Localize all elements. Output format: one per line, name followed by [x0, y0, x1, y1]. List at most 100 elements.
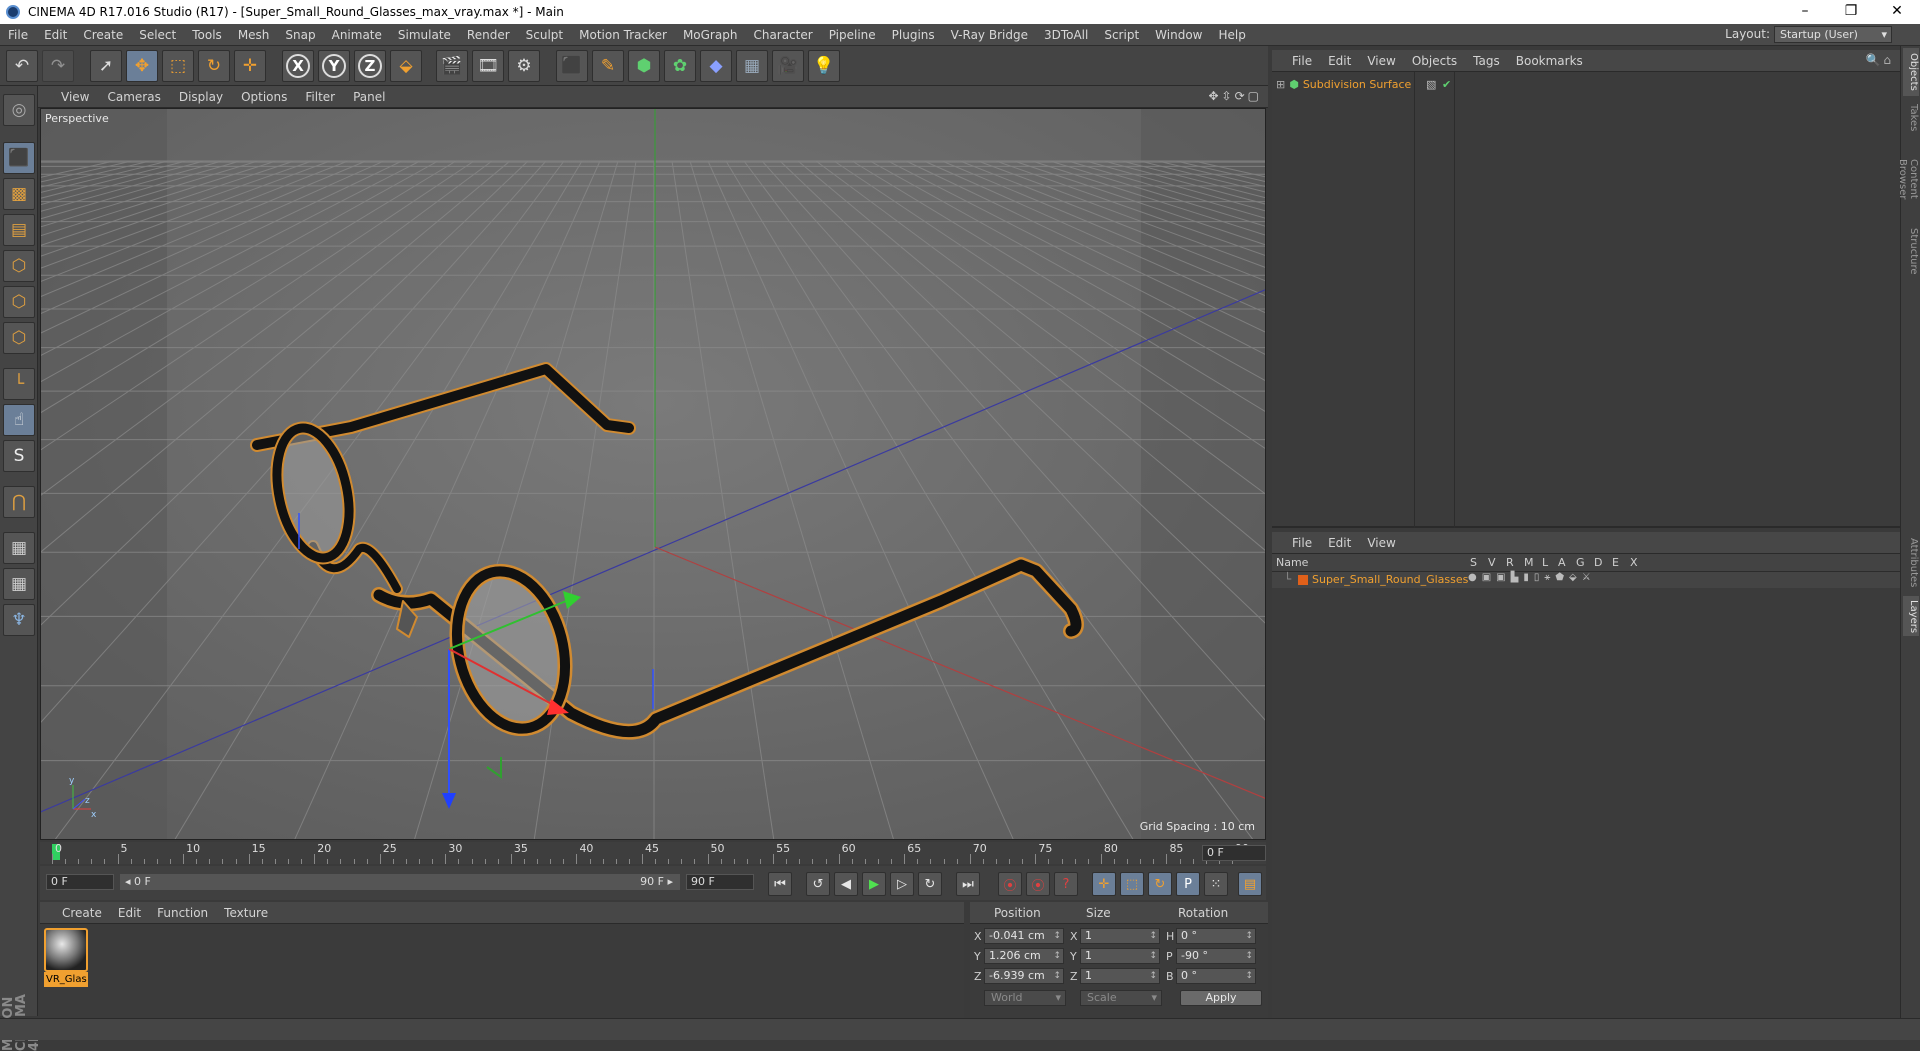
solo-button[interactable]: S [3, 440, 35, 472]
render-view-button[interactable]: 🎬 [436, 50, 468, 82]
keyframe-selection-button[interactable]: ? [1054, 872, 1078, 896]
scale-tool-button[interactable]: ⬚ [162, 50, 194, 82]
rotate-tool-button[interactable]: ↻ [198, 50, 230, 82]
workplane-mode-button[interactable]: ▤ [3, 214, 35, 246]
viewport-menu-view[interactable]: View [52, 90, 98, 104]
layer-col-animation[interactable]: A [1558, 556, 1566, 569]
redo-button[interactable]: ↷ [42, 50, 74, 82]
menu-help[interactable]: Help [1210, 28, 1253, 42]
menu-3dtoall[interactable]: 3DToAll [1036, 28, 1096, 42]
minimize-button[interactable]: – [1782, 0, 1828, 24]
menu-sculpt[interactable]: Sculpt [518, 28, 571, 42]
move-tool-button[interactable]: ✥ [126, 50, 158, 82]
floor-button[interactable]: ▦ [736, 50, 768, 82]
layer-row[interactable]: └ Super_Small_Round_Glasses ●▣▣▙▮▯⚹⬟⬙⚔ [1272, 572, 1900, 588]
material-menu-edit[interactable]: Edit [110, 906, 149, 920]
size-mode-dropdown[interactable]: Scale ▾ [1080, 990, 1162, 1006]
material-preview-sphere[interactable] [44, 928, 88, 972]
menu-character[interactable]: Character [745, 28, 820, 42]
render-settings-button[interactable]: ⚙ [508, 50, 540, 82]
viewport-menu-display[interactable]: Display [170, 90, 232, 104]
layer-col-xrefs[interactable]: X [1630, 556, 1638, 569]
record-button[interactable]: ⦿ [998, 872, 1022, 896]
objects-menu-tags[interactable]: Tags [1465, 54, 1508, 68]
expand-icon[interactable]: ⊞ [1276, 78, 1285, 91]
axis-mode-button[interactable]: └ [3, 368, 35, 400]
key-pla-button[interactable]: ⁙ [1204, 872, 1228, 896]
end-frame-field[interactable]: 90 F [686, 874, 754, 890]
menu-motion-tracker[interactable]: Motion Tracker [571, 28, 675, 42]
menu-tools[interactable]: Tools [184, 28, 230, 42]
timeline-ruler[interactable]: 051015202530354045505560657075808590 0 F [40, 842, 1266, 864]
key-rotation-button[interactable]: ↻ [1148, 872, 1172, 896]
select-tool-button[interactable]: ➚ [90, 50, 122, 82]
go-to-start-button[interactable]: ⏮ [768, 872, 792, 896]
viewport-menu-options[interactable]: Options [232, 90, 296, 104]
object-manager-search-icons[interactable]: 🔍⌂ [1865, 53, 1894, 67]
layer-color-swatch[interactable] [1298, 575, 1308, 585]
key-position-button[interactable]: ✛ [1092, 872, 1116, 896]
layer-col-locked[interactable]: L [1542, 556, 1548, 569]
tab-structure[interactable]: Structure [1903, 224, 1919, 278]
viewport-menu-filter[interactable]: Filter [296, 90, 344, 104]
layout-dropdown[interactable]: Startup (User) ▾ [1774, 26, 1892, 43]
previous-key-button[interactable]: ↺ [806, 872, 830, 896]
layer-col-render[interactable]: R [1506, 556, 1514, 569]
tab-attributes[interactable]: Attributes [1903, 534, 1919, 592]
rot-h-field[interactable]: 0 ° [1176, 928, 1256, 944]
pos-y-field[interactable]: 1.206 cm [984, 948, 1064, 964]
menu-pipeline[interactable]: Pipeline [821, 28, 884, 42]
current-frame-field[interactable]: 0 F [1202, 845, 1266, 861]
model-mode-button[interactable]: ⬛ [3, 142, 35, 174]
timeline-window-button[interactable]: ▤ [1238, 872, 1262, 896]
layer-col-generators[interactable]: G [1576, 556, 1585, 569]
pos-x-field[interactable]: -0.041 cm [984, 928, 1064, 944]
menu-simulate[interactable]: Simulate [390, 28, 459, 42]
pen-button[interactable]: ✎ [592, 50, 624, 82]
menu-render[interactable]: Render [459, 28, 518, 42]
tweak-mode-button[interactable]: ☝ [3, 404, 35, 436]
z-axis-button[interactable]: Z [354, 50, 386, 82]
material-menu-create[interactable]: Create [54, 906, 110, 920]
layers-menu-view[interactable]: View [1359, 536, 1403, 550]
workplane-lock-button[interactable]: ▦ [3, 532, 35, 564]
layer-col-solo[interactable]: S [1470, 556, 1477, 569]
next-key-button[interactable]: ▷ [890, 872, 914, 896]
pos-z-field[interactable]: -6.939 cm [984, 968, 1064, 984]
play-backwards-button[interactable]: ◀ [834, 872, 858, 896]
layer-toggle-icons[interactable]: ●▣▣▙▮▯⚹⬟⬙⚔ [1468, 572, 1596, 583]
undo-button[interactable]: ↶ [6, 50, 38, 82]
live-move-button[interactable]: ✛ [234, 50, 266, 82]
rot-b-field[interactable]: 0 ° [1176, 968, 1256, 984]
cloner-button[interactable]: ✿ [664, 50, 696, 82]
material-menu-function[interactable]: Function [149, 906, 216, 920]
autokey-button[interactable]: ⦿ [1026, 872, 1050, 896]
layer-col-expressions[interactable]: E [1612, 556, 1619, 569]
tab-objects[interactable]: Objects [1903, 48, 1919, 96]
y-axis-button[interactable]: Y [318, 50, 350, 82]
layers-menu-file[interactable]: File [1284, 536, 1320, 550]
objects-menu-bookmarks[interactable]: Bookmarks [1508, 54, 1591, 68]
start-frame-field[interactable]: 0 F [46, 874, 114, 890]
rot-p-field[interactable]: -90 ° [1176, 948, 1256, 964]
preview-range-slider[interactable]: ◂ 0 F 90 F ▸ [120, 874, 680, 890]
coordinate-system-button[interactable]: ⬙ [390, 50, 422, 82]
3d-viewport[interactable]: y z x Perspective Grid Spacing : 10 cm [40, 108, 1266, 840]
layers-menu-edit[interactable]: Edit [1320, 536, 1359, 550]
menu-script[interactable]: Script [1096, 28, 1147, 42]
menu-create[interactable]: Create [75, 28, 131, 42]
menu-select[interactable]: Select [131, 28, 184, 42]
size-x-field[interactable]: 1 [1080, 928, 1160, 944]
workplane-snap-button[interactable]: ▦ [3, 568, 35, 600]
key-scale-button[interactable]: ⬚ [1120, 872, 1144, 896]
layer-col-manager[interactable]: M [1524, 556, 1534, 569]
timeline-ticks[interactable]: 051015202530354045505560657075808590 [52, 842, 1249, 864]
subdivision-button[interactable]: ⬢ [628, 50, 660, 82]
snap-button[interactable]: ⋂ [3, 486, 35, 518]
tab-content-browser[interactable]: Content Browser [1897, 138, 1919, 220]
objects-menu-file[interactable]: File [1284, 54, 1320, 68]
viewport-navigation-icons[interactable]: ✥⇳⟳▢ [1208, 89, 1262, 103]
layer-col-view[interactable]: V [1488, 556, 1496, 569]
menu-plugins[interactable]: Plugins [884, 28, 943, 42]
render-picture-viewer-button[interactable]: 🎞 [472, 50, 504, 82]
